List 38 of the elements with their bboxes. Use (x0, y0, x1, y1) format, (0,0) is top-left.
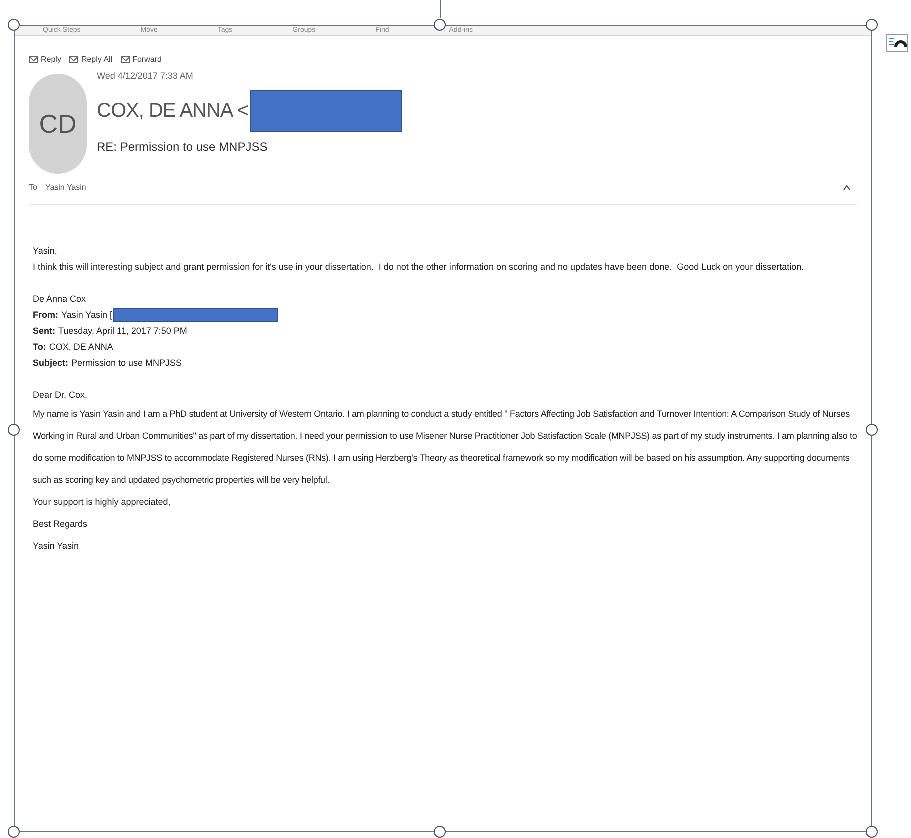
resize-handle[interactable] (434, 826, 446, 838)
collapse-icon[interactable] (843, 185, 851, 191)
header-label: To: (33, 341, 46, 354)
date-text: Wed 4/12/2017 7:33 AM (97, 70, 194, 83)
envelope-icon (29, 55, 39, 65)
subject-text: RE: Permission to use MNPJSS (97, 138, 269, 156)
closing-text: Your support is highly appreciated, (33, 496, 172, 509)
envelope-icon (120, 55, 131, 65)
resize-handle[interactable] (8, 424, 20, 436)
action-button[interactable]: Reply (29, 54, 62, 66)
message-paragraph: My name is Yasin Yasin and I am a PhD student at University of Western Ontario. I am planning to conduct a study entitled " Factors Affecting Job Satisfaction and Turnover Intention: A Comparison Study of Nurses Working in Rural and Urban Communities" as part of my dissertation. I need your permission to use Misener Nurse Practitioner Job Satisfaction Scale (MNPJSS) as part of my study instruments. I am planning also to do some modification to MNPJSS to accommodate Registered Nurses (RNs). I am using Herzberg's Theory as theoretical framework so my modification will be based on his assumption. Any supporting documents such as scoring key and updated psychometric properties will be very helpful. (33, 408, 858, 487)
action-button[interactable]: Reply All (69, 54, 113, 66)
message-text: I think this will interesting subject and grant permission for it's use in your dissertation. I do not the other information on scoring and no updates have been done. Good Luck on your dissertation. (33, 261, 806, 274)
header-label: Subject: (33, 357, 69, 370)
resize-handle[interactable] (866, 424, 878, 436)
sender-name: COX, DE ANNA < (97, 98, 248, 124)
resize-handle[interactable] (866, 826, 878, 838)
resize-handle[interactable] (8, 19, 20, 31)
header-value: Tuesday, April 11, 2017 7:50 PM (58, 325, 188, 338)
resize-handle[interactable] (866, 19, 878, 31)
closing-text: Best Regards (33, 518, 89, 531)
resize-handle[interactable] (8, 826, 20, 838)
closing-text: Yasin Yasin (33, 540, 80, 553)
action-button[interactable]: Forward (120, 54, 162, 66)
greeting-text: Dear Dr. Cox, (33, 389, 89, 402)
header-label: From: (33, 309, 58, 322)
to-label: To (29, 182, 38, 194)
header-value: Permission to use MNPJSS (72, 357, 182, 370)
header-label: Sent: (33, 325, 56, 338)
signature-text: De Anna Cox (33, 293, 88, 306)
header-value: Yasin Yasin [ (62, 309, 113, 322)
layout-options-icon[interactable] (886, 34, 908, 52)
greeting-text: Yasin, (33, 245, 58, 258)
resize-handle[interactable] (434, 19, 446, 31)
recipient-text: Yasin Yasin (45, 182, 86, 194)
header-value: COX, DE ANNA (49, 341, 114, 354)
avatar: CD (29, 74, 87, 174)
envelope-icon (69, 55, 80, 65)
